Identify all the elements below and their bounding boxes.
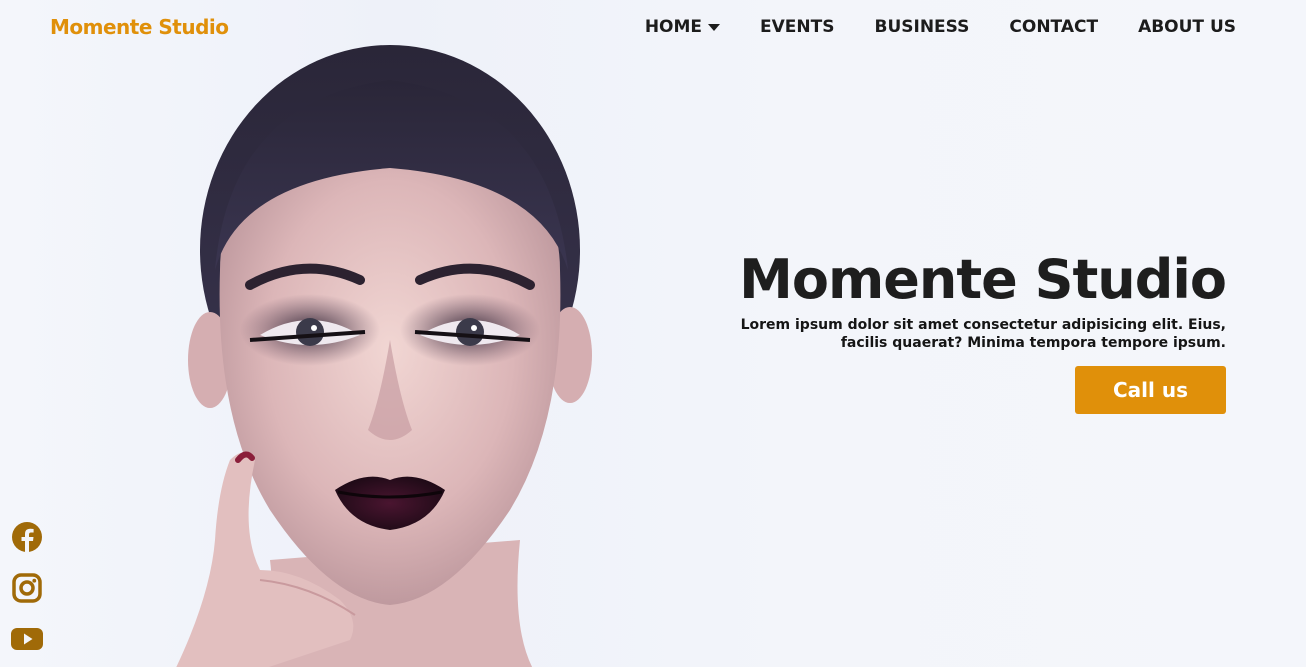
youtube-icon[interactable] [10,622,44,656]
instagram-icon[interactable] [10,571,44,605]
facebook-icon[interactable] [10,520,44,554]
nav-item-label: HOME [644,17,703,37]
nav-item-contact[interactable]: CONTACT [1009,17,1098,37]
nav-item-events[interactable]: EVENTS [760,17,834,37]
call-us-button[interactable]: Call us [1075,366,1226,414]
nav-item-label: EVENTS [760,17,835,37]
nav-item-about-us[interactable]: ABOUT US [1138,17,1236,37]
nav-item-business[interactable]: BUSINESS [874,17,969,37]
main-nav: HOME EVENTS BUSINESS CONTACT ABOUT US [645,17,1236,37]
nav-item-label: CONTACT [1009,17,1099,37]
nav-item-home[interactable]: HOME [644,17,721,37]
hero-title: Momente Studio [739,248,1227,311]
brand-logo[interactable]: Momente Studio [50,15,229,39]
nav-item-label: ABOUT US [1138,17,1236,37]
hero-portrait-image [176,45,592,667]
landing-page: Momente Studio HOME EVENTS BUSINESS CONT… [0,0,1306,667]
caret-down-icon [708,23,721,31]
social-links [10,520,44,667]
hero-description: Lorem ipsum dolor sit amet consectetur a… [740,317,1226,351]
nav-item-label: BUSINESS [874,17,970,37]
hero-section: Momente Studio Lorem ipsum dolor sit ame… [726,248,1227,414]
